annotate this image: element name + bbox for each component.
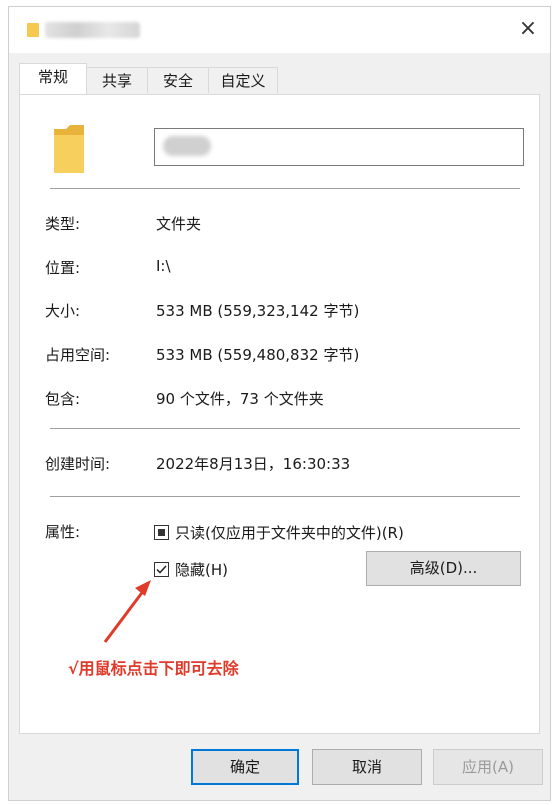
readonly-checkbox[interactable] xyxy=(154,525,169,540)
folder-properties-dialog: × 常规 共享 安全 自定义 类型: 文件夹 位置: I:\ 大小: 533 M… xyxy=(8,6,551,801)
apply-button[interactable]: 应用(A) xyxy=(433,749,543,785)
created-value: 2022年8月13日，16:30:33 xyxy=(156,455,351,473)
tab-general[interactable]: 常规 xyxy=(19,63,87,94)
divider xyxy=(50,188,520,189)
folder-icon xyxy=(54,125,84,173)
ok-button[interactable]: 确定 xyxy=(191,749,299,785)
location-label: 位置: xyxy=(45,259,81,277)
type-value: 文件夹 xyxy=(156,215,202,233)
close-button[interactable]: × xyxy=(516,17,540,41)
red-arrow-annotation xyxy=(103,580,151,643)
blurred-folder-name xyxy=(163,136,211,156)
annotation-text: √用鼠标点击下即可去除 xyxy=(68,659,239,678)
divider xyxy=(50,496,520,497)
tab-customize[interactable]: 自定义 xyxy=(208,67,278,93)
checkmark-icon xyxy=(156,565,167,574)
cancel-button[interactable]: 取消 xyxy=(312,749,422,785)
title-bar: × xyxy=(9,7,550,53)
tab-sharing[interactable]: 共享 xyxy=(86,67,148,93)
advanced-button[interactable]: 高级(D)... xyxy=(366,551,521,586)
blurred-title xyxy=(45,22,140,38)
indeterminate-mark xyxy=(158,529,165,536)
divider xyxy=(50,428,520,429)
location-value: I:\ xyxy=(156,257,171,275)
created-label: 创建时间: xyxy=(45,455,111,473)
readonly-label: 只读(仅应用于文件夹中的文件)(R) xyxy=(175,524,404,542)
hidden-label: 隐藏(H) xyxy=(175,561,228,579)
hidden-checkbox[interactable] xyxy=(154,562,169,577)
size-value: 533 MB (559,323,142 字节) xyxy=(156,302,360,320)
contains-value: 90 个文件，73 个文件夹 xyxy=(156,390,324,408)
disk-size-label: 占用空间: xyxy=(45,346,111,364)
contains-label: 包含: xyxy=(45,390,81,408)
folder-name-input[interactable] xyxy=(154,128,524,166)
tab-security[interactable]: 安全 xyxy=(147,67,209,93)
folder-icon xyxy=(27,23,39,37)
size-label: 大小: xyxy=(45,302,81,320)
type-label: 类型: xyxy=(45,215,81,233)
attributes-label: 属性: xyxy=(45,523,81,541)
disk-size-value: 533 MB (559,480,832 字节) xyxy=(156,346,360,364)
